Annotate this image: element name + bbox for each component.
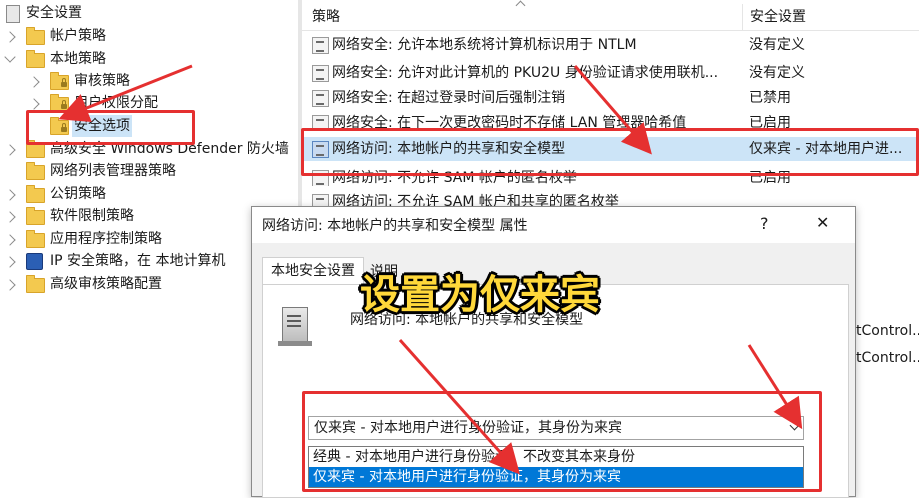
arrow-to-guest-option	[398, 339, 520, 475]
arrow-to-selected-policy	[573, 65, 652, 155]
arrow-to-security-options	[58, 64, 193, 123]
annotation-arrows	[58, 64, 803, 475]
annotation-text: 设置为仅来宾	[360, 272, 600, 318]
arrow-to-dropdown	[747, 344, 803, 430]
